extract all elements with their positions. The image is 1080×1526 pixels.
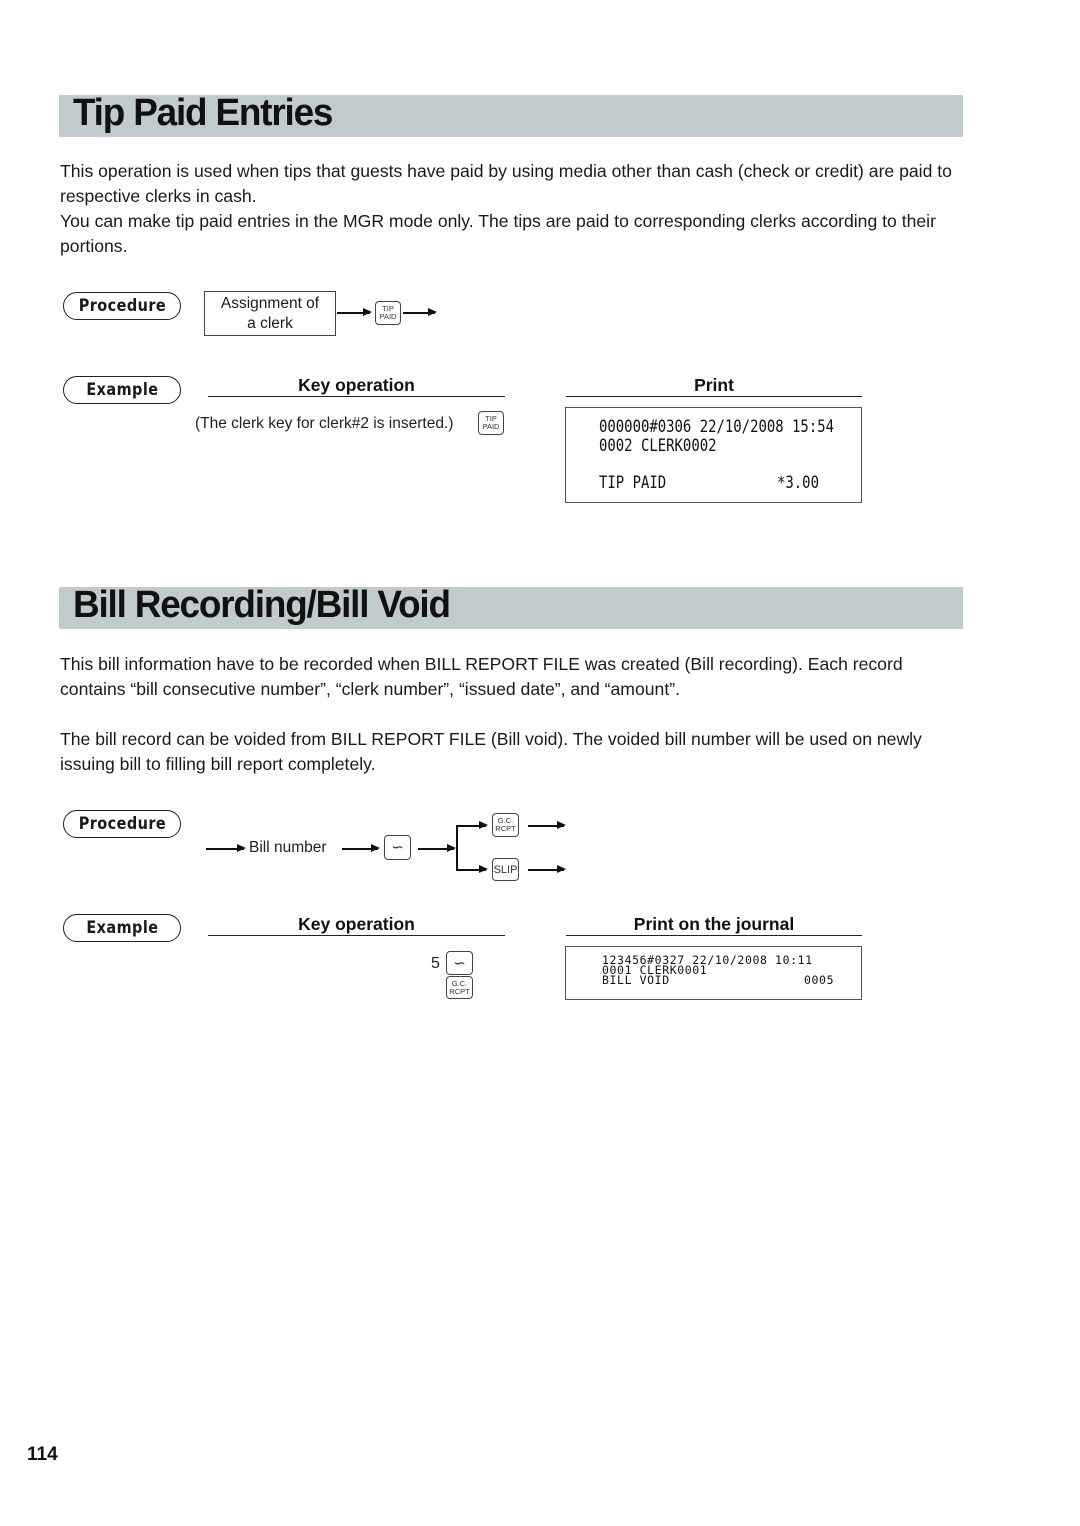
paragraph: The bill record can be voided from BILL …	[60, 729, 922, 774]
heading-rule	[208, 396, 505, 398]
print-journal-heading: Print on the journal	[633, 914, 795, 934]
arrow-right-icon	[456, 866, 488, 872]
procedure-label-text: Procedure	[78, 296, 166, 316]
step-box-line: a clerk	[247, 315, 293, 332]
example-label: Example	[63, 914, 181, 942]
section-title: Tip Paid Entries	[73, 92, 333, 134]
arrow-right-icon	[342, 845, 380, 851]
tip-paid-key: TIP PAID	[375, 301, 401, 325]
step-bill-number: Bill number	[249, 839, 327, 856]
journal-label: BILL VOID	[602, 973, 670, 987]
heading-rule	[208, 935, 505, 937]
receipt-line: 0002 CLERK0002	[599, 436, 717, 456]
arrow-right-icon	[418, 845, 456, 851]
arrow-right-icon	[403, 309, 437, 315]
entry-number: 5	[431, 955, 440, 972]
key-operation-heading: Key operation	[298, 914, 415, 934]
key-label: SLIP	[493, 863, 518, 876]
arrow-right-icon	[528, 822, 566, 828]
key-label: PAID	[482, 422, 500, 431]
receipt-print: 000000#0306 22/10/2008 15:54 0002 CLERK0…	[565, 407, 862, 503]
arrow-right-icon	[456, 822, 488, 828]
gc-rcpt-key: G.C. RCPT	[446, 976, 473, 999]
example-label-text: Example	[85, 380, 159, 400]
key-operation-text: (The clerk key for clerk#2 is inserted.)	[195, 415, 454, 432]
receipt-line: 000000#0306 22/10/2008 15:54	[599, 417, 834, 437]
journal-print: 123456#0327 22/10/2008 10:11 0001 CLERK0…	[565, 946, 862, 1000]
key-label: PAID	[379, 312, 397, 321]
example-label: Example	[63, 376, 181, 404]
key-operation-heading: Key operation	[298, 375, 415, 395]
branch-connector	[456, 826, 458, 870]
procedure-label: Procedure	[63, 292, 181, 320]
heading-rule	[566, 935, 862, 937]
receipt-label: TIP PAID	[599, 473, 667, 493]
step-box-line: Assignment of	[220, 295, 320, 312]
paragraph: You can make tip paid entries in the MGR…	[60, 211, 936, 256]
page-number: 114	[27, 1444, 58, 1465]
slip-key: SLIP	[492, 858, 519, 881]
print-heading: Print	[694, 375, 734, 395]
section-header-tip-paid: Tip Paid Entries	[59, 92, 963, 137]
arrow-right-icon	[337, 309, 372, 315]
tip-paid-key: TIP PAID	[478, 411, 504, 435]
loop-key: ∽	[384, 835, 411, 860]
example-label-text: Example	[85, 918, 159, 938]
paragraph: This operation is used when tips that gu…	[60, 161, 952, 206]
procedure-label: Procedure	[63, 810, 181, 838]
key-label: RCPT	[495, 824, 516, 833]
loop-icon: ∽	[453, 954, 466, 972]
heading-rule	[566, 396, 862, 398]
paragraph: This bill information have to be recorde…	[60, 654, 903, 699]
loop-icon: ∽	[391, 839, 404, 856]
receipt-amount: *3.00	[777, 473, 819, 493]
arrow-right-icon	[528, 866, 566, 872]
section-title: Bill Recording/Bill Void	[73, 584, 451, 626]
step-box-assignment: Assignment of a clerk	[204, 291, 336, 336]
key-label: RCPT	[449, 986, 470, 996]
arrow-right-icon	[206, 845, 246, 851]
procedure-label-text: Procedure	[78, 814, 166, 834]
journal-value: 0005	[804, 973, 835, 987]
gc-rcpt-key: G.C. RCPT	[492, 813, 519, 837]
loop-key: ∽	[446, 951, 473, 975]
section-header-bill-recording: Bill Recording/Bill Void	[59, 584, 963, 629]
